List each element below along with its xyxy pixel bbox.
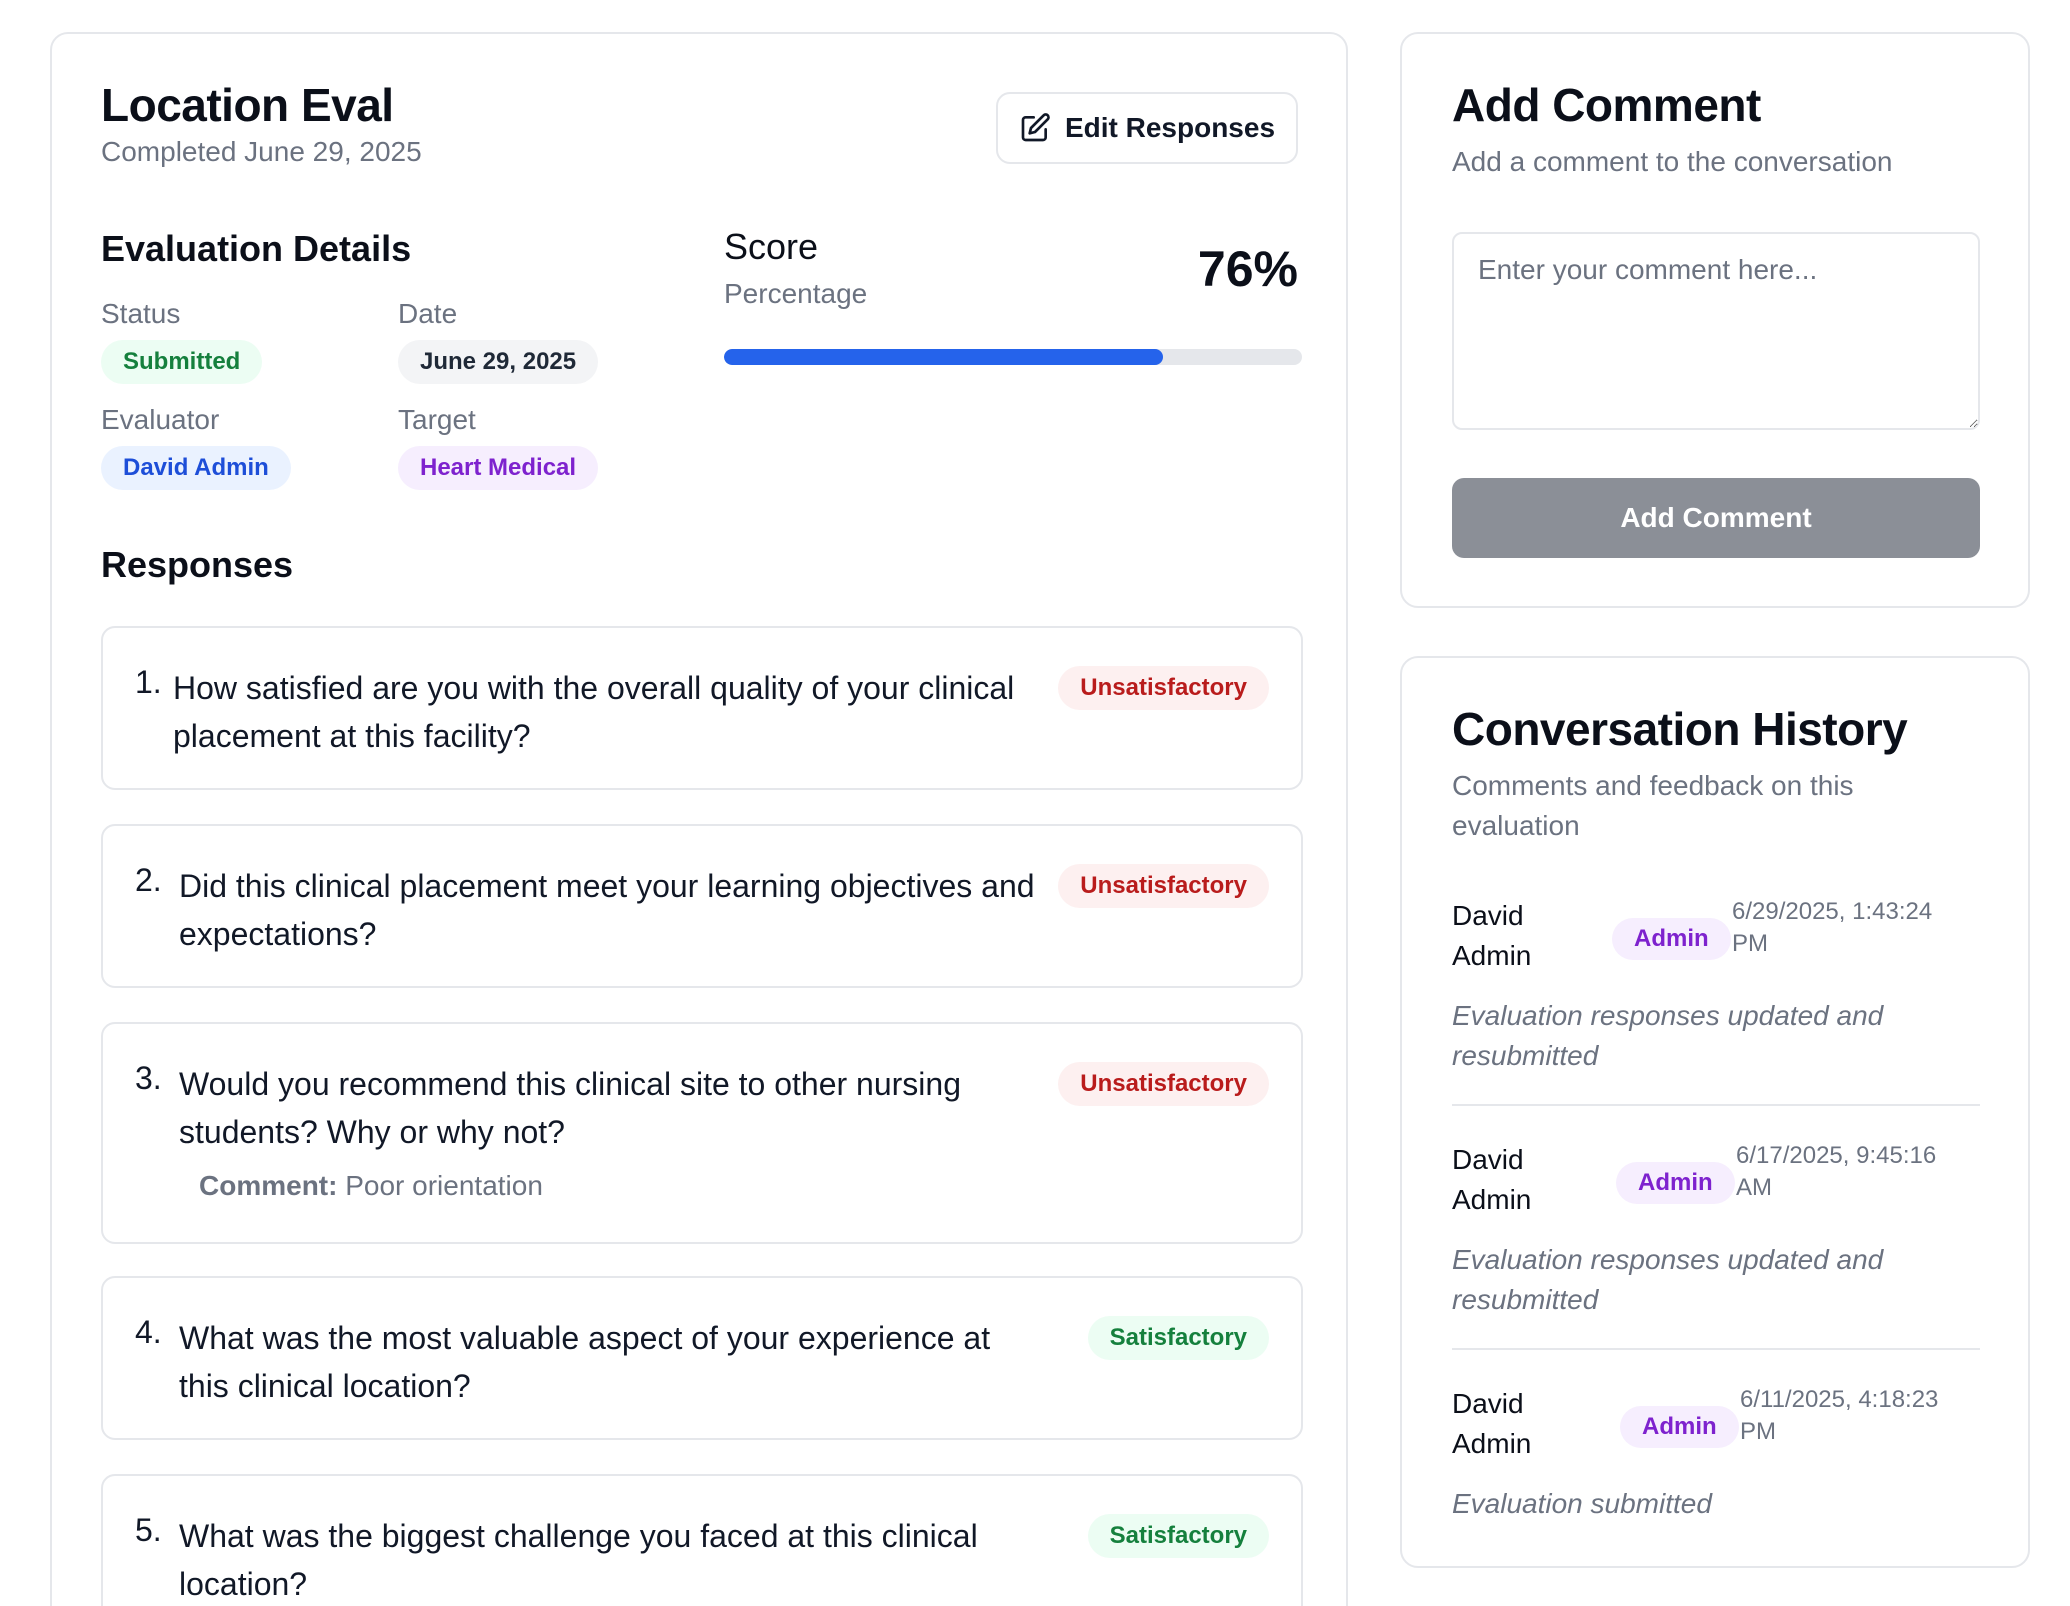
comment-input[interactable]: [1452, 232, 1980, 430]
response-question: How satisfied are you with the overall q…: [173, 670, 1015, 754]
rating-badge: Unsatisfactory: [1058, 864, 1269, 908]
comment-text: Poor orientation: [345, 1170, 543, 1201]
history-message: David Admin Admin 6/17/2025, 9:45:16 AM …: [1452, 1140, 1980, 1320]
comment-label: Comment:: [199, 1170, 338, 1201]
message-divider: [1452, 1104, 1980, 1106]
page-title: Location Eval: [101, 79, 394, 131]
message-timestamp: 6/29/2025, 1:43:24 PM: [1732, 898, 1933, 957]
response-question: Would you recommend this clinical site t…: [179, 1066, 961, 1150]
score-progress-bar: [724, 349, 1302, 365]
rating-badge: Satisfactory: [1087, 1514, 1269, 1558]
rating-badge: Satisfactory: [1087, 1316, 1269, 1360]
conversation-history-card: Conversation History Comments and feedba…: [1400, 656, 2030, 1568]
message-body: Evaluation responses updated and resubmi…: [1452, 1000, 1884, 1071]
message-body: Evaluation submitted: [1452, 1488, 1712, 1519]
response-number: 1.: [135, 664, 162, 700]
add-comment-card: Add Comment Add a comment to the convers…: [1400, 32, 2030, 608]
add-comment-button[interactable]: Add Comment: [1452, 478, 1980, 558]
message-body: Evaluation responses updated and resubmi…: [1452, 1244, 1884, 1315]
score-title: Score: [724, 226, 819, 267]
history-message: David Admin Admin 6/11/2025, 4:18:23 PM …: [1452, 1384, 1980, 1524]
evaluator-badge: David Admin: [101, 446, 291, 490]
response-item-2: 2. Did this clinical placement meet your…: [101, 824, 1303, 988]
edit-responses-button[interactable]: Edit Responses: [996, 92, 1298, 164]
page-subtitle: Completed June 29, 2025: [101, 136, 422, 167]
date-badge: June 29, 2025: [398, 340, 599, 384]
responses-title: Responses: [101, 544, 294, 585]
response-comment: Comment: Poor orientation: [199, 1170, 543, 1202]
target-label: Target: [398, 404, 476, 435]
add-comment-subtitle: Add a comment to the conversation: [1452, 146, 1893, 177]
history-message: David Admin Admin 6/29/2025, 1:43:24 PM …: [1452, 896, 1980, 1076]
response-item-5: 5. What was the biggest challenge you fa…: [101, 1474, 1303, 1606]
message-timestamp: 6/11/2025, 4:18:23 PM: [1740, 1386, 1939, 1445]
evaluation-card: Location Eval Completed June 29, 2025 Ed…: [50, 32, 1348, 1606]
date-label: Date: [398, 298, 458, 329]
edit-responses-label: Edit Responses: [1064, 112, 1276, 143]
add-comment-title: Add Comment: [1452, 79, 1761, 131]
response-question: What was the biggest challenge you faced…: [179, 1518, 978, 1602]
evaluator-label: Evaluator: [101, 404, 220, 435]
history-subtitle: Comments and feedback on this evaluation: [1452, 770, 1854, 841]
score-subtitle: Percentage: [724, 278, 868, 309]
response-question: What was the most valuable aspect of you…: [179, 1320, 991, 1404]
score-value: 76%: [1197, 241, 1298, 297]
role-badge: Admin: [1620, 1406, 1739, 1448]
role-badge: Admin: [1616, 1162, 1735, 1204]
score-progress-fill: [724, 349, 1164, 365]
response-number: 4.: [135, 1314, 162, 1350]
response-item-4: 4. What was the most valuable aspect of …: [101, 1276, 1303, 1440]
target-badge: Heart Medical: [398, 446, 599, 490]
response-item-3: 3. Would you recommend this clinical sit…: [101, 1022, 1303, 1244]
rating-badge: Unsatisfactory: [1058, 666, 1269, 710]
rating-badge: Unsatisfactory: [1058, 1062, 1269, 1106]
response-number: 3.: [135, 1060, 162, 1096]
history-title: Conversation History: [1452, 703, 1908, 755]
role-badge: Admin: [1612, 918, 1731, 960]
status-label: Status: [101, 298, 181, 329]
response-number: 5.: [135, 1512, 162, 1548]
status-badge: Submitted: [101, 340, 263, 384]
message-author: David Admin: [1452, 1388, 1532, 1459]
response-item-1: 1. How satisfied are you with the overal…: [101, 626, 1303, 790]
edit-icon: [1021, 113, 1050, 142]
response-question: Did this clinical placement meet your le…: [179, 868, 1035, 952]
message-author: David Admin: [1452, 1144, 1532, 1215]
message-timestamp: 6/17/2025, 9:45:16 AM: [1736, 1142, 1937, 1201]
response-number: 2.: [135, 862, 162, 898]
message-divider: [1452, 1348, 1980, 1350]
message-author: David Admin: [1452, 900, 1532, 971]
evaluation-details-title: Evaluation Details: [101, 228, 412, 269]
